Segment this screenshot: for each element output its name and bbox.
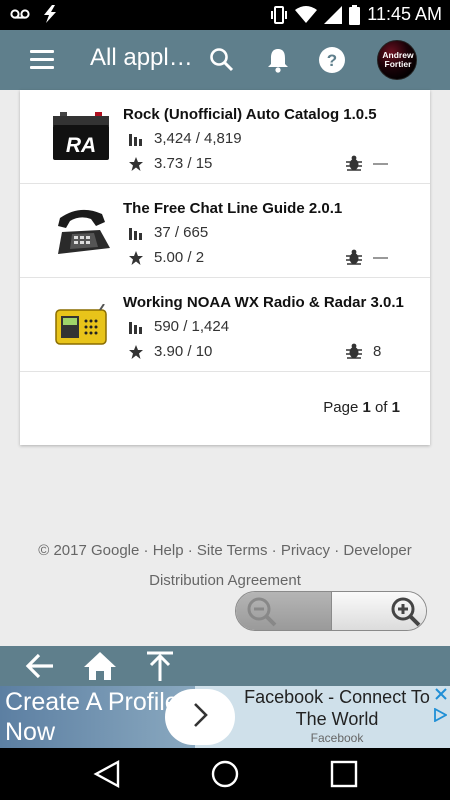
help-icon[interactable]: ? bbox=[317, 45, 347, 75]
vibrate-icon bbox=[271, 5, 288, 24]
chevron-right-icon bbox=[194, 703, 208, 727]
wifi-icon bbox=[295, 5, 318, 23]
rating-value: 5.00 / 2 bbox=[154, 249, 205, 266]
status-time: 11:45 AM bbox=[367, 4, 442, 24]
installs-value: 37 / 665 bbox=[154, 224, 209, 241]
signal-icon bbox=[324, 5, 343, 24]
bugs-line: 8 bbox=[345, 342, 381, 360]
footer-separator: · bbox=[330, 542, 344, 559]
avatar[interactable]: Andrew Fortier bbox=[377, 40, 417, 80]
ad-banner[interactable]: Create A Profile Now Facebook - Connect … bbox=[0, 686, 450, 748]
footer-copyright: © 2017 Google bbox=[38, 542, 140, 559]
footer-separator: · bbox=[139, 542, 153, 559]
car-battery-icon: RA bbox=[53, 112, 109, 160]
installs-line: 3,424 / 4,819 bbox=[128, 130, 242, 147]
rating-line: 5.00 / 2 bbox=[128, 249, 204, 266]
installs-line: 590 / 1,424 bbox=[128, 318, 229, 335]
telephone-icon bbox=[58, 209, 110, 254]
zoom-control bbox=[235, 591, 427, 631]
app-name[interactable]: The Free Chat Line Guide 2.0.1 bbox=[123, 200, 342, 217]
zoom-in-button[interactable] bbox=[331, 592, 426, 630]
bugs-value: — bbox=[373, 154, 388, 172]
app-name[interactable]: Rock (Unofficial) Auto Catalog 1.0.5 bbox=[123, 106, 377, 123]
footer: © 2017 Google · Help · Site Terms · Priv… bbox=[0, 536, 450, 596]
ad-sponsor: Facebook bbox=[310, 731, 364, 745]
zoom-in-icon bbox=[391, 597, 421, 627]
installs-line: 37 / 665 bbox=[128, 224, 208, 241]
menu-icon[interactable] bbox=[30, 50, 54, 70]
app-bar: All applications ? Andrew Fortier bbox=[0, 30, 450, 90]
list-item[interactable]: RA Rock (Unofficial) Auto Catalog 1.0.5 … bbox=[20, 90, 430, 184]
close-icon[interactable] bbox=[435, 688, 447, 700]
search-icon[interactable] bbox=[207, 45, 237, 75]
weather-radio-icon bbox=[55, 304, 107, 345]
status-bar: 11:45 AM bbox=[0, 0, 450, 30]
app-name[interactable]: Working NOAA WX Radio & Radar 3.0.1 bbox=[123, 294, 404, 311]
bugs-line: — bbox=[345, 248, 388, 266]
home-icon[interactable] bbox=[83, 650, 117, 682]
avatar-text: Andrew Fortier bbox=[382, 50, 414, 69]
pager: Page 1 of 1 bbox=[323, 399, 400, 416]
ad-title: Facebook - Connect To The World bbox=[244, 687, 430, 729]
star-icon bbox=[129, 156, 143, 171]
list-item[interactable]: The Free Chat Line Guide 2.0.1 37 / 665 … bbox=[20, 184, 430, 278]
star-icon bbox=[129, 250, 143, 265]
bug-icon bbox=[346, 249, 362, 265]
ad-text-block[interactable]: Facebook - Connect To The World Facebook bbox=[232, 686, 442, 746]
home-circle-icon[interactable] bbox=[210, 759, 240, 789]
system-nav-bar bbox=[0, 748, 450, 800]
back-triangle-icon[interactable] bbox=[92, 759, 122, 789]
back-arrow-icon[interactable] bbox=[23, 650, 57, 682]
footer-separator: · bbox=[183, 542, 197, 559]
footer-link-help[interactable]: Help bbox=[153, 542, 184, 559]
recents-square-icon[interactable] bbox=[329, 759, 359, 789]
svg-text:?: ? bbox=[327, 51, 337, 70]
bugs-value: 8 bbox=[373, 342, 382, 360]
footer-separator: · bbox=[267, 542, 281, 559]
svg-text:RA: RA bbox=[66, 134, 96, 157]
bottom-toolbar bbox=[0, 646, 450, 686]
pager-prefix: Page bbox=[323, 399, 363, 416]
zoom-out-icon bbox=[247, 597, 277, 627]
scroll-top-icon[interactable] bbox=[143, 650, 177, 682]
star-icon bbox=[129, 344, 143, 359]
footer-link-privacy[interactable]: Privacy bbox=[281, 542, 330, 559]
page-title: All applications bbox=[90, 44, 195, 71]
pager-of: of bbox=[370, 399, 392, 416]
bar-stats-icon bbox=[129, 321, 142, 334]
rating-line: 3.73 / 15 bbox=[128, 155, 212, 172]
list-item[interactable]: Working NOAA WX Radio & Radar 3.0.1 590 … bbox=[20, 278, 430, 372]
adchoices-icon[interactable] bbox=[433, 708, 447, 722]
battery-icon bbox=[349, 4, 361, 25]
installs-value: 590 / 1,424 bbox=[154, 318, 230, 335]
lightning-icon bbox=[44, 5, 56, 23]
pager-current: 1 bbox=[362, 399, 371, 416]
bugs-line: — bbox=[345, 154, 388, 172]
footer-link-site-terms[interactable]: Site Terms bbox=[197, 542, 268, 559]
app-list-card: RA Rock (Unofficial) Auto Catalog 1.0.5 … bbox=[20, 90, 430, 445]
rating-value: 3.73 / 15 bbox=[154, 155, 213, 172]
rating-line: 3.90 / 10 bbox=[128, 343, 212, 360]
bug-icon bbox=[346, 155, 362, 171]
bug-icon bbox=[346, 343, 362, 359]
pager-total: 1 bbox=[391, 399, 400, 416]
rating-value: 3.90 / 10 bbox=[154, 343, 213, 360]
bugs-value: — bbox=[373, 248, 388, 266]
voicemail-icon bbox=[10, 9, 30, 19]
bar-stats-icon bbox=[129, 227, 142, 240]
bar-stats-icon bbox=[129, 133, 142, 146]
zoom-out-button[interactable] bbox=[236, 592, 331, 630]
installs-value: 3,424 / 4,819 bbox=[154, 130, 242, 147]
bell-icon[interactable] bbox=[263, 45, 293, 75]
